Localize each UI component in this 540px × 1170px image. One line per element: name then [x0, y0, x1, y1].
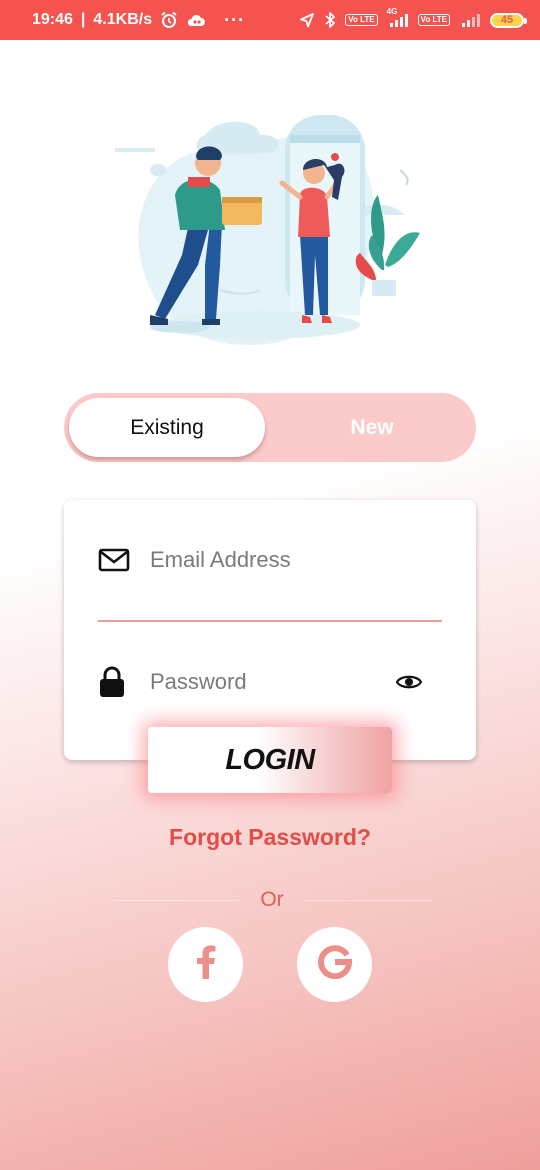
- google-icon: [317, 945, 352, 984]
- password-field[interactable]: [150, 669, 380, 695]
- bluetooth-icon: [324, 11, 336, 29]
- email-underline: [98, 620, 442, 622]
- login-button[interactable]: LOGIN: [148, 727, 392, 793]
- alarm-icon: [160, 11, 178, 29]
- location-icon: [299, 12, 315, 28]
- signal-icon: [459, 12, 481, 28]
- password-row: [98, 662, 442, 702]
- divider-line-left: [112, 899, 239, 901]
- facebook-login-button[interactable]: [168, 927, 243, 1002]
- net-type-label: 4G: [386, 7, 398, 16]
- tab-new[interactable]: New: [274, 398, 470, 457]
- mail-icon: [98, 548, 130, 572]
- delivery-illustration: [115, 115, 420, 345]
- email-row: [98, 540, 442, 580]
- divider-line-right: [305, 899, 433, 901]
- lock-icon: [98, 666, 130, 698]
- more-notifications: ···: [224, 9, 246, 30]
- or-label: Or: [260, 888, 284, 911]
- google-login-button[interactable]: [297, 927, 372, 1002]
- battery-level: 45: [500, 14, 514, 26]
- eye-icon[interactable]: [396, 673, 422, 691]
- volte-badge-1: Vo LTE: [345, 14, 378, 26]
- forgot-password-link[interactable]: Forgot Password?: [0, 824, 540, 851]
- volte-badge-2: Vo LTE: [417, 14, 450, 26]
- or-divider: Or: [112, 888, 433, 912]
- battery-icon: 45: [490, 12, 527, 28]
- tab-existing[interactable]: Existing: [69, 398, 265, 457]
- facebook-icon: [195, 945, 217, 984]
- auth-mode-toggle: Existing New: [64, 393, 476, 462]
- cloud-icon: [186, 12, 206, 28]
- status-time: 19:46: [32, 11, 73, 28]
- status-network-speed: 4.1KB/s: [93, 11, 153, 28]
- signal-icon: 4G: [387, 7, 409, 28]
- login-card: [64, 500, 476, 760]
- email-field[interactable]: [150, 547, 380, 573]
- status-bar: 19:46 | 4.1KB/s ··· Vo LTE 4G Vo LTE 45: [0, 0, 540, 40]
